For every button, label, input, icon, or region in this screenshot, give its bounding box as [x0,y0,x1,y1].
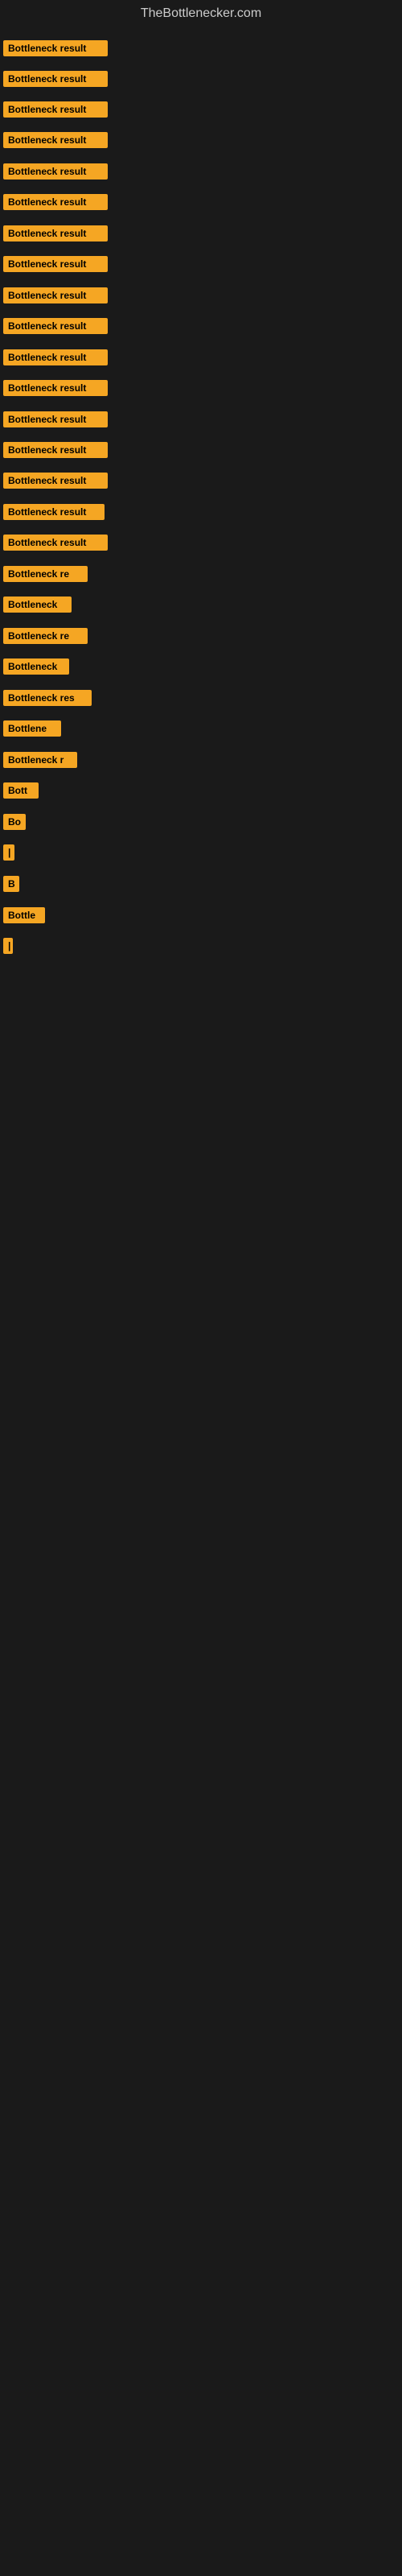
bottleneck-result-item[interactable]: Bottleneck result [3,101,108,118]
bottleneck-result-item[interactable]: Bottleneck result [3,256,108,272]
bottleneck-result-item[interactable]: Bottleneck result [3,473,108,489]
bottleneck-result-item[interactable]: Bottleneck re [3,628,88,644]
bottleneck-result-item[interactable]: Bottleneck result [3,349,108,365]
bottleneck-result-item[interactable]: Bottleneck result [3,225,108,242]
site-title: TheBottlenecker.com [0,0,402,24]
bottleneck-result-item[interactable]: Bottleneck [3,658,69,675]
bottleneck-result-item[interactable]: Bottleneck r [3,752,77,768]
bottleneck-result-item[interactable]: Bott [3,782,39,799]
bottleneck-result-item[interactable]: Bottleneck re [3,566,88,582]
bottleneck-result-item[interactable]: Bottleneck result [3,535,108,551]
bottleneck-result-item[interactable]: Bottleneck result [3,163,108,180]
bottleneck-result-item[interactable]: Bottle [3,907,45,923]
bottleneck-result-item[interactable]: B [3,876,19,892]
bottleneck-result-item[interactable]: Bottleneck result [3,380,108,396]
bottleneck-result-item[interactable]: Bottleneck result [3,318,108,334]
bottleneck-result-item[interactable]: Bottleneck [3,597,72,613]
bottleneck-result-item[interactable]: Bo [3,814,26,830]
bottleneck-result-item[interactable]: Bottleneck result [3,132,108,148]
bottleneck-result-item[interactable]: Bottleneck result [3,504,105,520]
bottleneck-result-item[interactable]: Bottleneck result [3,411,108,427]
bottleneck-result-item[interactable]: Bottleneck result [3,71,108,87]
bottleneck-result-item[interactable]: Bottleneck result [3,442,108,458]
bottleneck-result-item[interactable]: Bottleneck result [3,287,108,303]
bottleneck-result-item[interactable]: Bottlene [3,720,61,737]
bottleneck-result-item[interactable]: Bottleneck result [3,40,108,56]
bottleneck-result-item[interactable]: Bottleneck result [3,194,108,210]
bottleneck-result-item[interactable]: | [3,844,14,861]
bottleneck-result-item[interactable]: | [3,938,13,954]
bottleneck-result-item[interactable]: Bottleneck res [3,690,92,706]
